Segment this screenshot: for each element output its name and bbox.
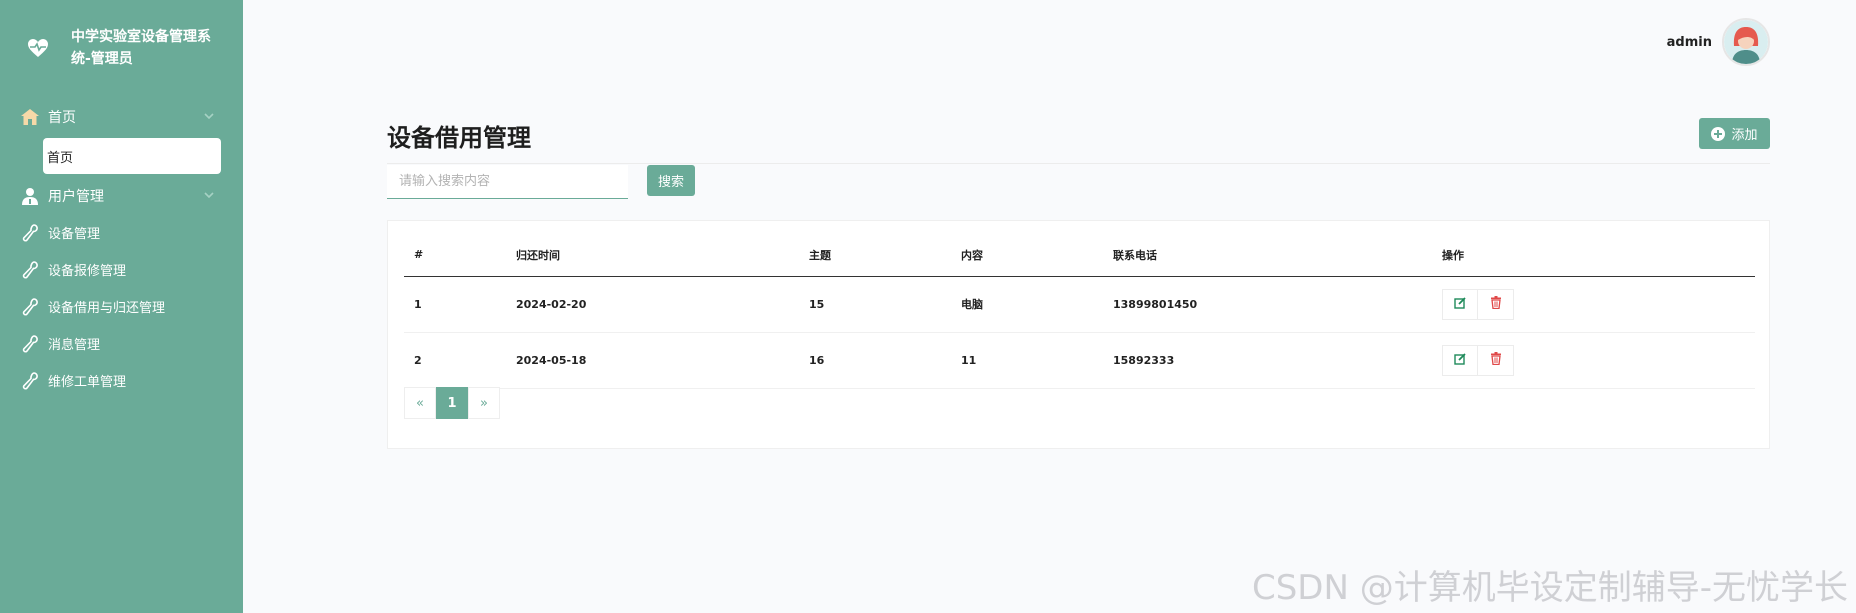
chevron-down-icon[interactable] — [203, 189, 215, 201]
cell-content: 11 — [951, 332, 1103, 389]
sidebar-item-label: 设备报修管理 — [48, 264, 127, 279]
cell-subject: 15 — [799, 276, 951, 333]
table-card: # 归还时间 主题 内容 联系电话 操作 1 2024-02-20 15 电脑 … — [387, 220, 1770, 449]
wrench-icon — [20, 223, 40, 243]
sidebar-item-devices[interactable]: 设备管理 — [0, 214, 243, 251]
sidebar-item-borrow-return[interactable]: 设备借用与归还管理 — [0, 288, 243, 325]
cell-return-time: 2024-05-18 — [506, 332, 799, 389]
sidebar: 中学实验室设备管理系统-管理员 首页 首页 用户管理 设备管理 设备报修管理 设… — [0, 0, 243, 613]
column-header-subject: 主题 — [799, 234, 951, 277]
sidebar-item-repair[interactable]: 设备报修管理 — [0, 251, 243, 288]
app-title: 中学实验室设备管理系统-管理员 — [71, 29, 211, 67]
cell-index: 1 — [404, 276, 506, 333]
search-input[interactable] — [387, 165, 628, 199]
table-row: 2 2024-05-18 16 11 15892333 — [404, 332, 1755, 389]
cell-actions — [1432, 276, 1755, 333]
wrench-icon — [20, 371, 40, 391]
heartbeat-icon — [26, 36, 50, 60]
watermark: CSDN @计算机毕设定制辅导-无忧学长 — [1251, 568, 1848, 608]
column-header-index: # — [404, 234, 506, 277]
sidebar-subitem-home[interactable]: 首页 — [43, 138, 221, 174]
home-icon — [20, 107, 40, 127]
cell-phone: 13899801450 — [1103, 276, 1432, 333]
trash-icon — [1490, 352, 1502, 368]
table-header-row: # 归还时间 主题 内容 联系电话 操作 — [404, 234, 1755, 277]
cell-actions — [1432, 332, 1755, 389]
cell-phone: 15892333 — [1103, 332, 1432, 389]
sidebar-item-label: 设备管理 — [48, 227, 101, 242]
pagination: « 1 » — [404, 387, 500, 419]
plus-circle-icon — [1711, 126, 1726, 141]
edit-icon — [1454, 352, 1466, 368]
cell-return-time: 2024-02-20 — [506, 276, 799, 333]
sidebar-item-label: 维修工单管理 — [48, 375, 127, 390]
cell-content: 电脑 — [951, 276, 1103, 333]
divider — [387, 163, 1770, 164]
data-table: # 归还时间 主题 内容 联系电话 操作 1 2024-02-20 15 电脑 … — [404, 234, 1755, 389]
column-header-actions: 操作 — [1432, 234, 1755, 277]
page-title: 设备借用管理 — [387, 124, 531, 152]
trash-icon — [1490, 296, 1502, 312]
cell-index: 2 — [404, 332, 506, 389]
user-menu[interactable]: admin — [1667, 18, 1770, 66]
sidebar-item-work-orders[interactable]: 维修工单管理 — [0, 362, 243, 399]
edit-button[interactable] — [1442, 288, 1478, 320]
wrench-icon — [20, 260, 40, 280]
edit-button[interactable] — [1442, 344, 1478, 376]
delete-button[interactable] — [1478, 288, 1514, 320]
sidebar-item-label: 首页 — [48, 109, 76, 126]
sidebar-item-users[interactable]: 用户管理 — [0, 177, 243, 214]
pagination-page-1[interactable]: 1 — [436, 387, 468, 419]
sidebar-menu: 首页 首页 用户管理 设备管理 设备报修管理 设备借用与归还管理 消息管理 维修… — [0, 98, 243, 399]
search-button[interactable]: 搜索 — [647, 165, 695, 196]
wrench-icon — [20, 334, 40, 354]
column-header-return-time: 归还时间 — [506, 234, 799, 277]
cell-subject: 16 — [799, 332, 951, 389]
pagination-next[interactable]: » — [468, 387, 500, 419]
wrench-icon — [20, 297, 40, 317]
user-doctor-icon — [20, 186, 40, 206]
sidebar-item-label: 用户管理 — [48, 188, 104, 205]
column-header-content: 内容 — [951, 234, 1103, 277]
sidebar-item-home[interactable]: 首页 — [0, 98, 243, 135]
edit-icon — [1454, 296, 1466, 312]
avatar[interactable] — [1722, 18, 1770, 66]
sidebar-subitem-label: 首页 — [47, 150, 74, 166]
delete-button[interactable] — [1478, 344, 1514, 376]
sidebar-item-label: 消息管理 — [48, 338, 101, 353]
brand: 中学实验室设备管理系统-管理员 — [26, 26, 221, 70]
table-row: 1 2024-02-20 15 电脑 13899801450 — [404, 276, 1755, 333]
pagination-prev[interactable]: « — [404, 387, 436, 419]
column-header-phone: 联系电话 — [1103, 234, 1432, 277]
sidebar-item-messages[interactable]: 消息管理 — [0, 325, 243, 362]
username: admin — [1666, 34, 1712, 50]
add-button[interactable]: 添加 — [1699, 118, 1770, 149]
sidebar-item-label: 设备借用与归还管理 — [48, 301, 166, 316]
chevron-down-icon[interactable] — [203, 110, 215, 122]
add-button-label: 添加 — [1731, 128, 1758, 143]
